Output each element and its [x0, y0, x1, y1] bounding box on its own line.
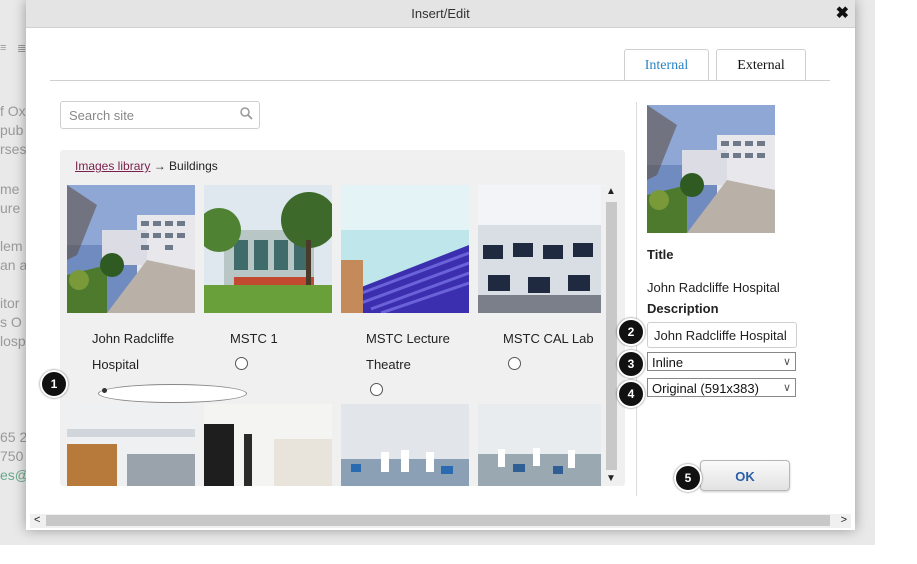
image-select-radio[interactable]: [508, 357, 521, 370]
breadcrumb-arrow: →: [153, 159, 166, 173]
image-select-radio[interactable]: [370, 383, 383, 396]
title-label: Title: [647, 247, 674, 262]
image-thumbnail[interactable]: [204, 404, 332, 486]
dialog-title: Insert/Edit: [411, 6, 470, 21]
title-value: John Radcliffe Hospital: [647, 280, 780, 295]
scroll-left-icon[interactable]: <: [34, 514, 40, 526]
image-select-radio[interactable]: [98, 384, 247, 403]
bg-text: f Ox: [0, 103, 26, 119]
size-select[interactable]: Original (591x383) ∨: [647, 378, 796, 397]
bg-text: an a: [0, 257, 28, 273]
chevron-down-icon: ∨: [782, 382, 791, 394]
bg-text: me: [0, 181, 20, 197]
size-value: Original (591x383): [652, 381, 759, 396]
bg-text: pub: [0, 122, 24, 138]
chevron-down-icon: ∨: [782, 356, 791, 368]
insert-edit-dialog: Insert/Edit ✖ Internal External Search s…: [26, 0, 855, 530]
panel-divider: [636, 102, 637, 496]
bg-text: ure: [0, 200, 21, 216]
callout-badge: 2: [617, 318, 645, 346]
image-preview: [647, 105, 775, 233]
scrollbar-thumb[interactable]: [46, 515, 830, 526]
tab-external[interactable]: External: [716, 49, 806, 81]
bg-email-link: es@: [0, 467, 29, 483]
description-label: Description: [647, 301, 719, 316]
tab-internal[interactable]: Internal: [624, 49, 709, 81]
ok-button[interactable]: OK: [700, 460, 790, 491]
bg-text: s O: [0, 314, 22, 330]
scroll-down-icon[interactable]: ▼: [606, 473, 616, 484]
image-browser: Images library → Buildings John Radcliff…: [60, 150, 625, 486]
image-caption: MSTC Lecture Theatre: [366, 331, 450, 372]
image-thumbnail-john-radcliffe[interactable]: [67, 185, 195, 313]
bg-text: itor: [0, 295, 20, 311]
horizontal-scrollbar[interactable]: < >: [30, 514, 851, 528]
bg-text: 65 2: [0, 429, 28, 445]
callout-badge: 3: [617, 350, 645, 378]
callout-badge: 1: [40, 370, 68, 398]
bg-text: 750: [0, 448, 24, 464]
search-input[interactable]: Search site: [60, 101, 260, 129]
search-icon[interactable]: [240, 107, 253, 125]
image-thumbnail-mstc-lecture-theatre[interactable]: [341, 185, 469, 313]
image-thumbnail-mstc-1[interactable]: [204, 185, 332, 313]
description-field[interactable]: John Radcliffe Hospital: [647, 322, 797, 348]
bg-text: losp: [0, 333, 26, 349]
list-icon: ≣: [17, 43, 27, 55]
breadcrumb: Images library → Buildings: [75, 159, 218, 173]
tab-divider: [50, 80, 830, 81]
callout-badge: 4: [617, 380, 645, 408]
scrollbar-thumb[interactable]: [606, 202, 617, 470]
image-thumbnail[interactable]: [341, 404, 469, 486]
image-thumbnail-mstc-cal-lab[interactable]: [478, 185, 606, 313]
scroll-up-icon[interactable]: ▲: [606, 186, 616, 197]
breadcrumb-current: Buildings: [169, 159, 218, 173]
image-select-radio[interactable]: [235, 357, 248, 370]
bg-text: rses: [0, 141, 27, 157]
image-caption: John Radcliffe Hospital: [92, 331, 175, 372]
dialog-titlebar: Insert/Edit ✖: [26, 0, 855, 28]
bg-text: lem: [0, 238, 23, 254]
alignment-value: Inline: [652, 355, 684, 370]
callout-badge: 5: [674, 464, 702, 492]
image-thumbnail[interactable]: [67, 404, 195, 486]
image-thumbnail[interactable]: [478, 404, 606, 486]
search-placeholder: Search site: [69, 108, 135, 123]
breadcrumb-link-images-library[interactable]: Images library: [75, 159, 150, 173]
align-icon: ≡: [0, 42, 7, 54]
close-icon[interactable]: ✖: [836, 3, 849, 23]
image-caption: MSTC 1: [230, 331, 278, 346]
scroll-right-icon[interactable]: >: [841, 514, 847, 526]
alignment-select[interactable]: Inline ∨: [647, 352, 796, 371]
